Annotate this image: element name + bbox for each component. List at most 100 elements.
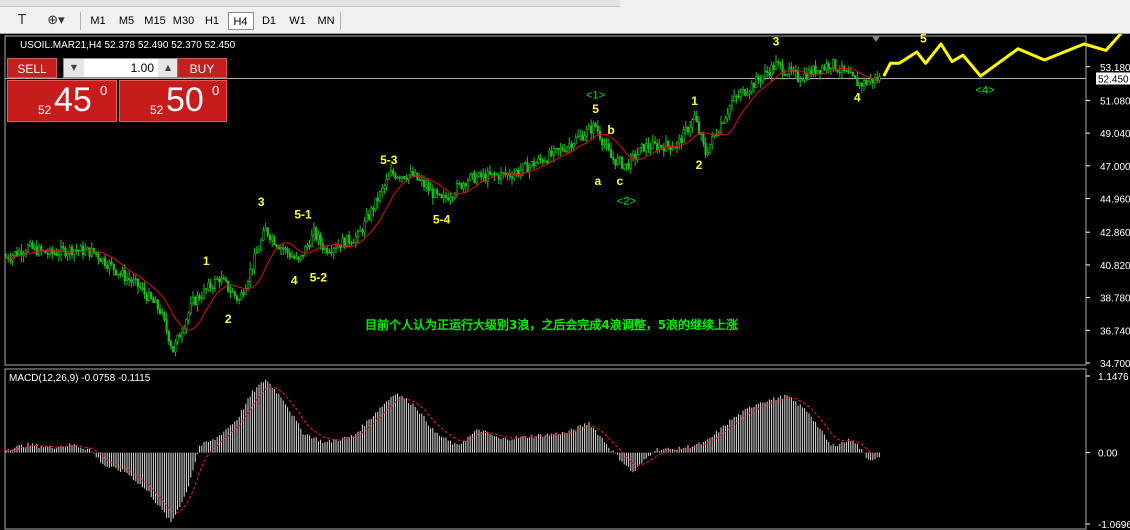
main-wave-label: <2> (617, 195, 636, 207)
candle-body (383, 185, 386, 189)
sell-button[interactable]: SELL (7, 58, 57, 78)
candle-body (627, 163, 630, 169)
timeframe-m30[interactable]: M30 (171, 12, 197, 30)
candle-body (306, 245, 309, 248)
wave-label: 4 (291, 273, 298, 287)
candle-body (90, 248, 93, 257)
candle-body (730, 100, 734, 107)
timeframe-h4[interactable]: H4 (227, 12, 254, 30)
candle-body (405, 178, 408, 180)
candle-body (257, 249, 261, 253)
candle-body (451, 197, 454, 199)
candle-body (856, 77, 859, 86)
candle-body (766, 70, 769, 73)
chart-toolbar: T ⊕▾ M1 M5 M15 M30 H1 H4 D1 W1 MN (0, 0, 1130, 34)
lot-size-field: ▼ ▲ (63, 58, 179, 78)
buy-price-box[interactable]: 52 50 0 (119, 80, 227, 122)
objects-menu-icon[interactable]: ⊕▾ (42, 12, 70, 30)
candle-body (266, 227, 269, 236)
candle-body (748, 91, 751, 95)
candle-body (702, 134, 705, 144)
candle-body (24, 251, 27, 255)
candle-body (273, 236, 276, 246)
lot-size-input[interactable] (86, 60, 156, 76)
wave-label: 5-4 (433, 213, 451, 227)
macd-axis-tick-label: -1.0696 (1098, 520, 1130, 530)
candle-body (530, 161, 533, 167)
candle-body (268, 235, 272, 241)
timeframe-h1[interactable]: H1 (199, 12, 225, 30)
candle-body (744, 89, 747, 96)
timeframe-m5[interactable]: M5 (114, 12, 140, 30)
timeframe-m15[interactable]: M15 (142, 12, 168, 30)
candle-body (57, 254, 60, 256)
wave-label: c (616, 174, 623, 188)
candle-body (625, 163, 628, 165)
candle-body (84, 249, 87, 255)
candle-body (75, 249, 78, 252)
chart-shift-marker (872, 36, 880, 42)
candle-body (167, 330, 170, 342)
candle-body (543, 160, 547, 163)
wave-label: 4 (854, 91, 861, 105)
wave-label: 1 (203, 254, 210, 268)
candle-body (112, 263, 115, 271)
candle-body (477, 172, 481, 178)
sell-price-prefix: 52 (38, 103, 52, 117)
candle-body (242, 292, 245, 295)
candle-body (240, 292, 243, 301)
candle-body (576, 135, 580, 138)
candle-body (442, 195, 445, 199)
candle-body (46, 252, 49, 255)
candle-body (359, 230, 362, 232)
candle-body (616, 157, 619, 166)
candle-body (178, 334, 181, 338)
macd-axis-tick-label: 0.00 (1098, 449, 1118, 460)
candle-body (374, 197, 377, 211)
buy-button[interactable]: BUY (177, 58, 227, 78)
text-tool-icon[interactable]: T (12, 12, 32, 30)
candle-body (691, 119, 694, 128)
candle-body (354, 236, 357, 243)
candle-body (482, 173, 485, 178)
candle-body (213, 279, 217, 289)
candle-body (81, 245, 85, 255)
candle-body (224, 278, 228, 282)
candle-body (293, 256, 296, 259)
candle-body (851, 72, 855, 76)
candle-body (189, 302, 192, 314)
candle-body (218, 278, 221, 283)
timeframe-w1[interactable]: W1 (285, 12, 311, 30)
timeframe-mn[interactable]: MN (313, 12, 339, 30)
candle-body (746, 93, 749, 96)
candle-body (570, 143, 573, 149)
candle-body (350, 242, 353, 244)
candle-body (436, 189, 439, 195)
candle-body (139, 286, 142, 289)
main-wave-label: <1> (586, 90, 605, 102)
candle-body (295, 256, 298, 259)
wave-label: 3 (773, 35, 780, 49)
candle-body (722, 122, 725, 124)
chart-header-info: USOIL.MAR21,H4 52.378 52.490 52.370 52.4… (20, 40, 236, 51)
price-axis-tick-label: 49.040 (1100, 129, 1130, 140)
candle-body (695, 115, 698, 123)
candle-body (429, 188, 432, 191)
sell-price-box[interactable]: 52 45 0 (7, 80, 117, 122)
candle-body (462, 183, 465, 189)
candle-body (26, 245, 30, 253)
candle-body (123, 269, 126, 282)
candle-body (605, 143, 608, 145)
lot-increase-icon[interactable]: ▲ (158, 59, 178, 77)
candle-body (807, 69, 811, 80)
lot-decrease-icon[interactable]: ▼ (64, 59, 84, 77)
candle-body (396, 176, 399, 179)
sell-price-sup: 0 (100, 83, 108, 98)
candle-body (187, 312, 190, 321)
timeframe-d1[interactable]: D1 (256, 12, 282, 30)
candle-body (169, 341, 173, 347)
candle-body (77, 250, 80, 252)
candle-body (838, 71, 841, 74)
timeframe-m1[interactable]: M1 (85, 12, 111, 30)
buy-price-prefix: 52 (150, 103, 164, 117)
